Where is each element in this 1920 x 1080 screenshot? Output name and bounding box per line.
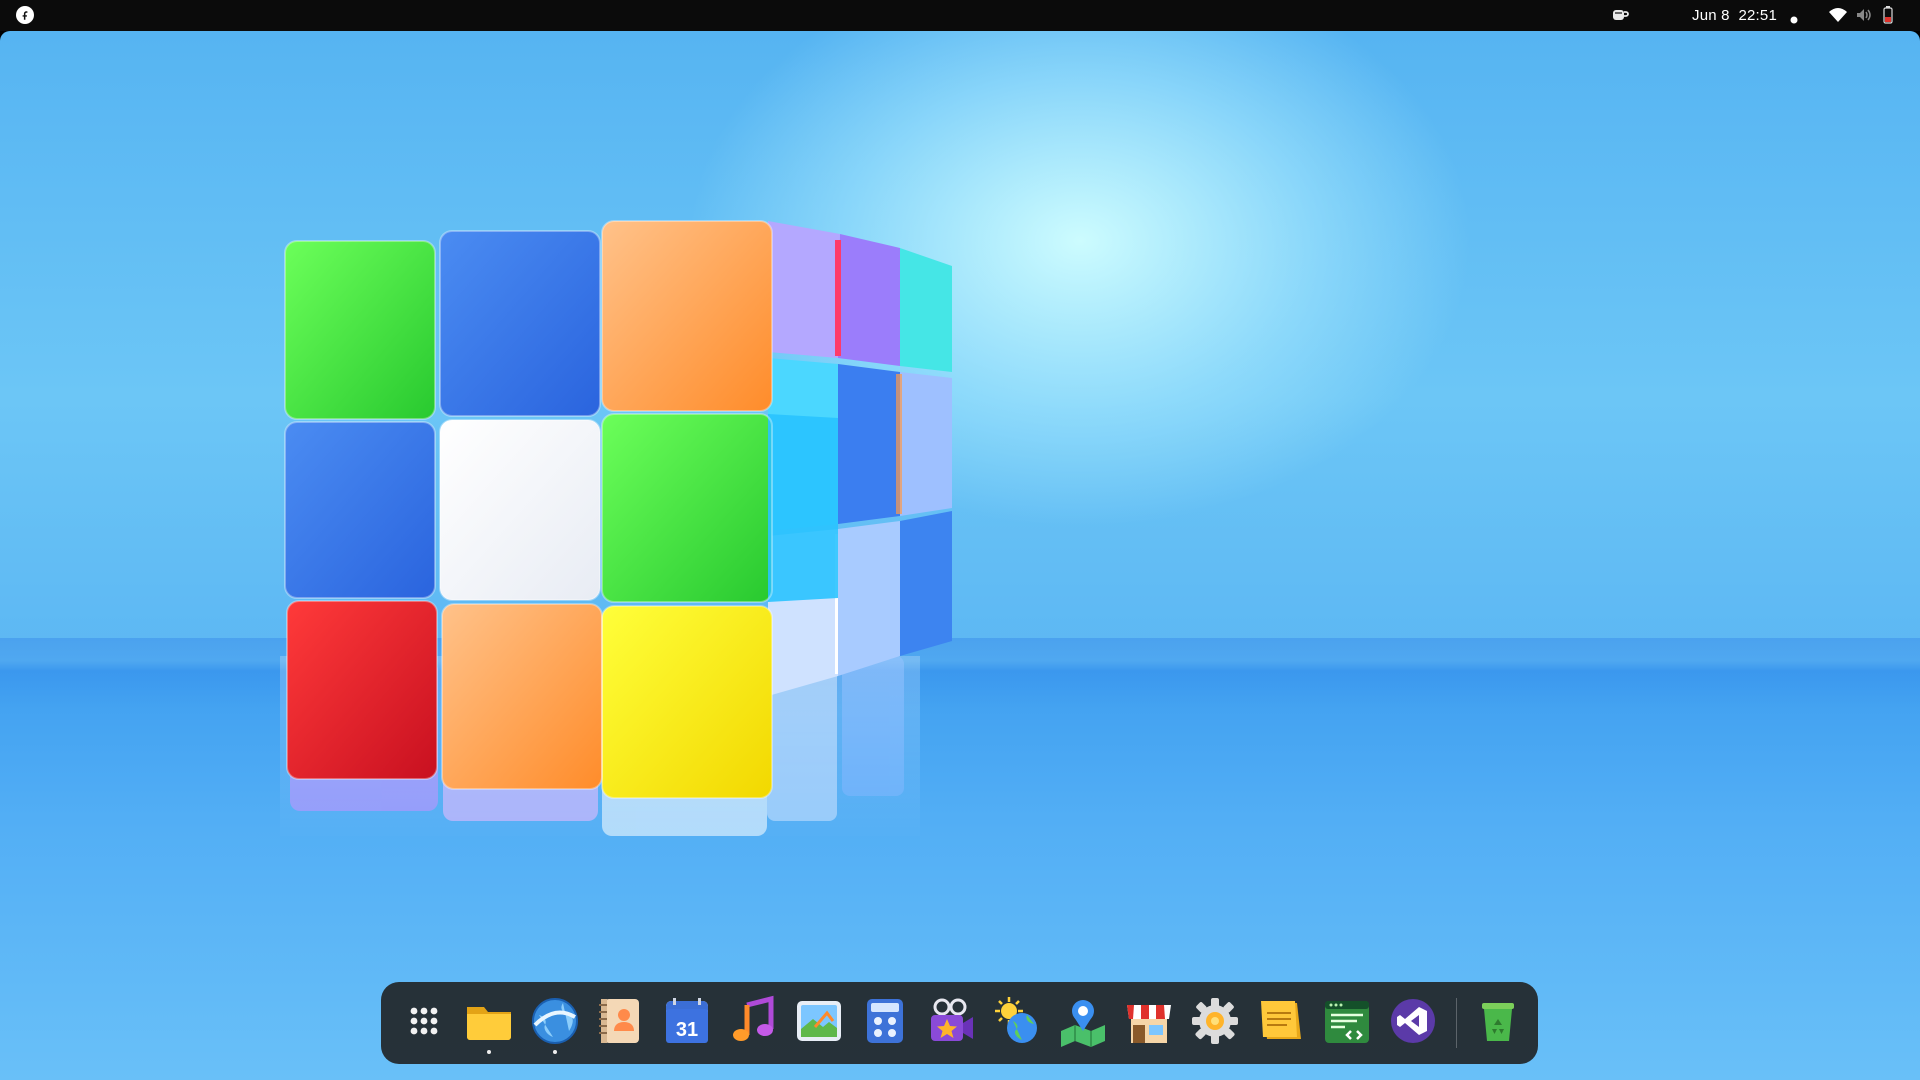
rubiks-cube-illustration — [280, 220, 952, 836]
system-menu[interactable] — [1828, 6, 1893, 29]
video-camera-icon — [931, 998, 973, 1041]
music-launcher[interactable] — [727, 995, 779, 1047]
browser-running-indicator — [553, 1050, 557, 1054]
battery-icon — [1883, 6, 1893, 24]
sticky-note-icon — [1261, 1001, 1301, 1039]
code-editor-icon — [1325, 1001, 1369, 1043]
calendar-launcher[interactable]: 31 — [661, 995, 713, 1047]
dock-separator — [1456, 998, 1457, 1048]
calendar-day-label: 31 — [676, 1019, 698, 1041]
clock[interactable]: Jun 8 22:51 — [1692, 7, 1777, 24]
calculator-icon — [867, 999, 903, 1043]
trash-icon — [1482, 1003, 1514, 1041]
gear-icon — [1192, 998, 1238, 1044]
contacts-launcher[interactable] — [595, 995, 647, 1047]
folder-icon — [467, 1007, 511, 1040]
calendar-icon: 31 — [666, 998, 708, 1043]
photo-icon — [797, 1001, 841, 1041]
notification-dot-icon[interactable] — [1790, 11, 1798, 29]
software-store-launcher[interactable] — [1123, 995, 1175, 1047]
map-pin-icon — [1061, 1000, 1105, 1047]
video-editor-launcher[interactable] — [925, 995, 977, 1047]
fedora-logo-icon — [16, 6, 34, 24]
calculator-launcher[interactable] — [859, 995, 911, 1047]
show-apps-button[interactable] — [398, 995, 450, 1047]
notes-launcher[interactable] — [1255, 995, 1307, 1047]
files-running-indicator — [487, 1050, 491, 1054]
time-label: 22:51 — [1738, 7, 1777, 24]
dock: 31 — [381, 982, 1538, 1064]
weather-launcher[interactable] — [991, 995, 1043, 1047]
maps-launcher[interactable] — [1057, 995, 1109, 1047]
date-label: Jun 8 — [1692, 7, 1730, 24]
app-grid-icon — [410, 1007, 438, 1035]
coffee-cup-icon[interactable] — [1610, 6, 1630, 29]
wifi-icon — [1829, 8, 1847, 22]
contacts-icon — [599, 999, 639, 1043]
web-browser-launcher[interactable] — [529, 995, 581, 1047]
files-launcher[interactable] — [463, 995, 515, 1047]
image-viewer-launcher[interactable] — [793, 995, 845, 1047]
visual-studio-icon — [1391, 999, 1435, 1043]
activities-button[interactable] — [16, 6, 34, 24]
store-icon — [1127, 1005, 1171, 1043]
desktop-wallpaper — [0, 31, 1920, 1080]
code-editor-launcher[interactable] — [1321, 995, 1373, 1047]
visual-studio-launcher[interactable] — [1387, 995, 1439, 1047]
weather-icon — [995, 997, 1037, 1043]
volume-icon — [1857, 9, 1871, 21]
music-note-icon — [733, 995, 774, 1041]
settings-launcher[interactable] — [1189, 995, 1241, 1047]
top-bar: Jun 8 22:51 — [0, 0, 1920, 31]
trash-launcher[interactable] — [1472, 995, 1524, 1047]
globe-icon — [532, 998, 578, 1044]
